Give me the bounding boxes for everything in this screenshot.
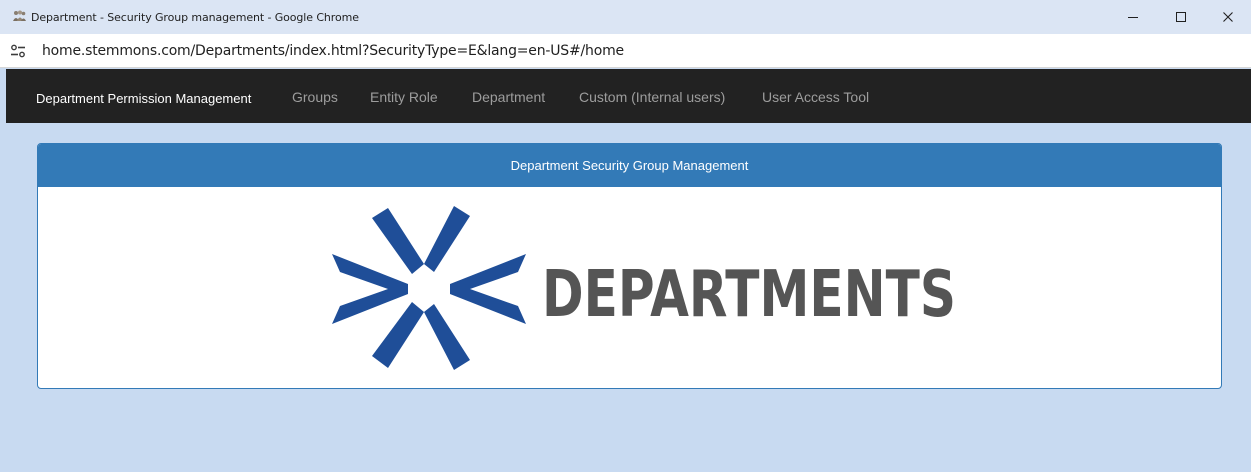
departments-logo-mark <box>332 206 526 370</box>
minimize-button[interactable] <box>1110 0 1156 34</box>
nav-link-department[interactable]: Department <box>472 89 545 105</box>
panel-heading: Department Security Group Management <box>38 144 1221 187</box>
people-icon <box>13 10 26 21</box>
close-icon <box>1223 12 1233 22</box>
site-settings-icon[interactable] <box>9 43 27 59</box>
close-button[interactable] <box>1205 0 1251 34</box>
departments-logo: DEPARTMENTS <box>332 206 956 370</box>
address-bar[interactable]: home.stemmons.com/Departments/index.html… <box>0 34 1251 68</box>
logo-wordmark: DEPARTMENTS <box>542 258 956 332</box>
navbar-brand[interactable]: Department Permission Management <box>36 91 251 106</box>
browser-title-bar: Department - Security Group management -… <box>0 0 1251 34</box>
nav-link-custom-internal-users[interactable]: Custom (Internal users) <box>579 89 725 105</box>
nav-link-user-access-tool[interactable]: User Access Tool <box>762 89 869 105</box>
window-title: Department - Security Group management -… <box>31 11 359 24</box>
nav-link-entity-role[interactable]: Entity Role <box>370 89 438 105</box>
security-group-panel: Department Security Group Management DEP… <box>37 143 1222 389</box>
minimize-icon <box>1128 17 1138 18</box>
top-navbar: Department Permission Management Groups … <box>6 69 1251 123</box>
maximize-button[interactable] <box>1158 0 1204 34</box>
maximize-icon <box>1176 12 1186 22</box>
url-text[interactable]: home.stemmons.com/Departments/index.html… <box>42 43 624 59</box>
nav-link-groups[interactable]: Groups <box>292 89 338 105</box>
